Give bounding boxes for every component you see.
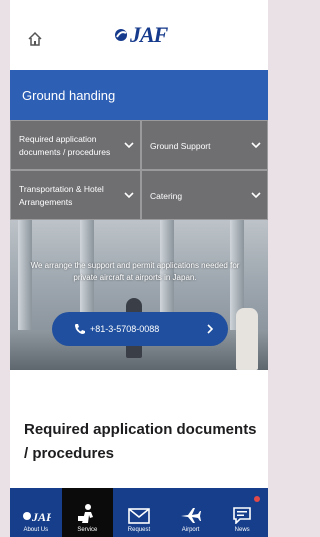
nav-label: News [234, 527, 250, 533]
section-title-bar: Ground handing [10, 70, 268, 120]
chevron-down-icon [124, 192, 134, 199]
phone-icon [75, 324, 85, 334]
chevron-down-icon [251, 142, 261, 149]
envelope-icon [128, 508, 150, 524]
nav-item-about-us[interactable]: JAF About Us [10, 488, 62, 537]
nav-label: Airport [181, 527, 200, 533]
home-icon[interactable] [26, 30, 44, 48]
nav-item-news[interactable]: News [216, 488, 268, 537]
hero-person [236, 308, 258, 370]
news-icon [233, 507, 251, 524]
tile-required-documents[interactable]: Required application documents / procedu… [10, 120, 141, 170]
service-icon [78, 504, 94, 523]
nav-label: About Us [23, 527, 49, 533]
logo-text: JAF [130, 22, 168, 47]
tile-ground-support[interactable]: Ground Support [141, 120, 268, 170]
jaf-logo[interactable]: JAF [114, 20, 168, 50]
svg-text:JAF: JAF [31, 510, 51, 524]
nav-item-request[interactable]: Request [113, 488, 165, 537]
airplane-icon [180, 508, 201, 523]
phone-number: +81-3-5708-0088 [90, 324, 160, 334]
app-frame: JAF Ground handing Required application … [10, 0, 268, 537]
tile-label: Required application documents / procedu… [19, 134, 111, 157]
tile-label: Transportation & Hotel Arrangements [19, 184, 104, 207]
hero-banner: We arrange the support and permit applic… [10, 220, 268, 370]
content-section: Required application documents / procedu… [10, 370, 268, 488]
hero-caption: We arrange the support and permit applic… [30, 261, 240, 282]
tile-transportation-hotel[interactable]: Transportation & Hotel Arrangements [10, 170, 141, 220]
chevron-down-icon [124, 142, 134, 149]
bottom-navigation: JAF About Us Service Request Airport [10, 488, 268, 537]
notification-badge [253, 496, 260, 502]
section-title: Ground handing [22, 87, 116, 103]
chevron-down-icon [251, 192, 261, 199]
chevron-right-icon [207, 324, 214, 334]
nav-label: Service [77, 527, 98, 533]
jaf-emblem-icon [115, 29, 127, 41]
content-title: Required application documents / procedu… [24, 421, 257, 462]
tile-catering[interactable]: Catering [141, 170, 268, 220]
tile-label: Catering [150, 190, 183, 201]
phone-call-button[interactable]: +81-3-5708-0088 [52, 312, 228, 346]
service-menu-grid: Required application documents / procedu… [10, 120, 268, 220]
nav-item-service[interactable]: Service [61, 488, 114, 537]
header: JAF [10, 0, 268, 70]
nav-label: Request [127, 527, 151, 533]
jaf-logo-icon: JAF [22, 510, 51, 524]
tile-label: Ground Support [150, 140, 211, 151]
nav-item-airport[interactable]: Airport [165, 488, 217, 537]
